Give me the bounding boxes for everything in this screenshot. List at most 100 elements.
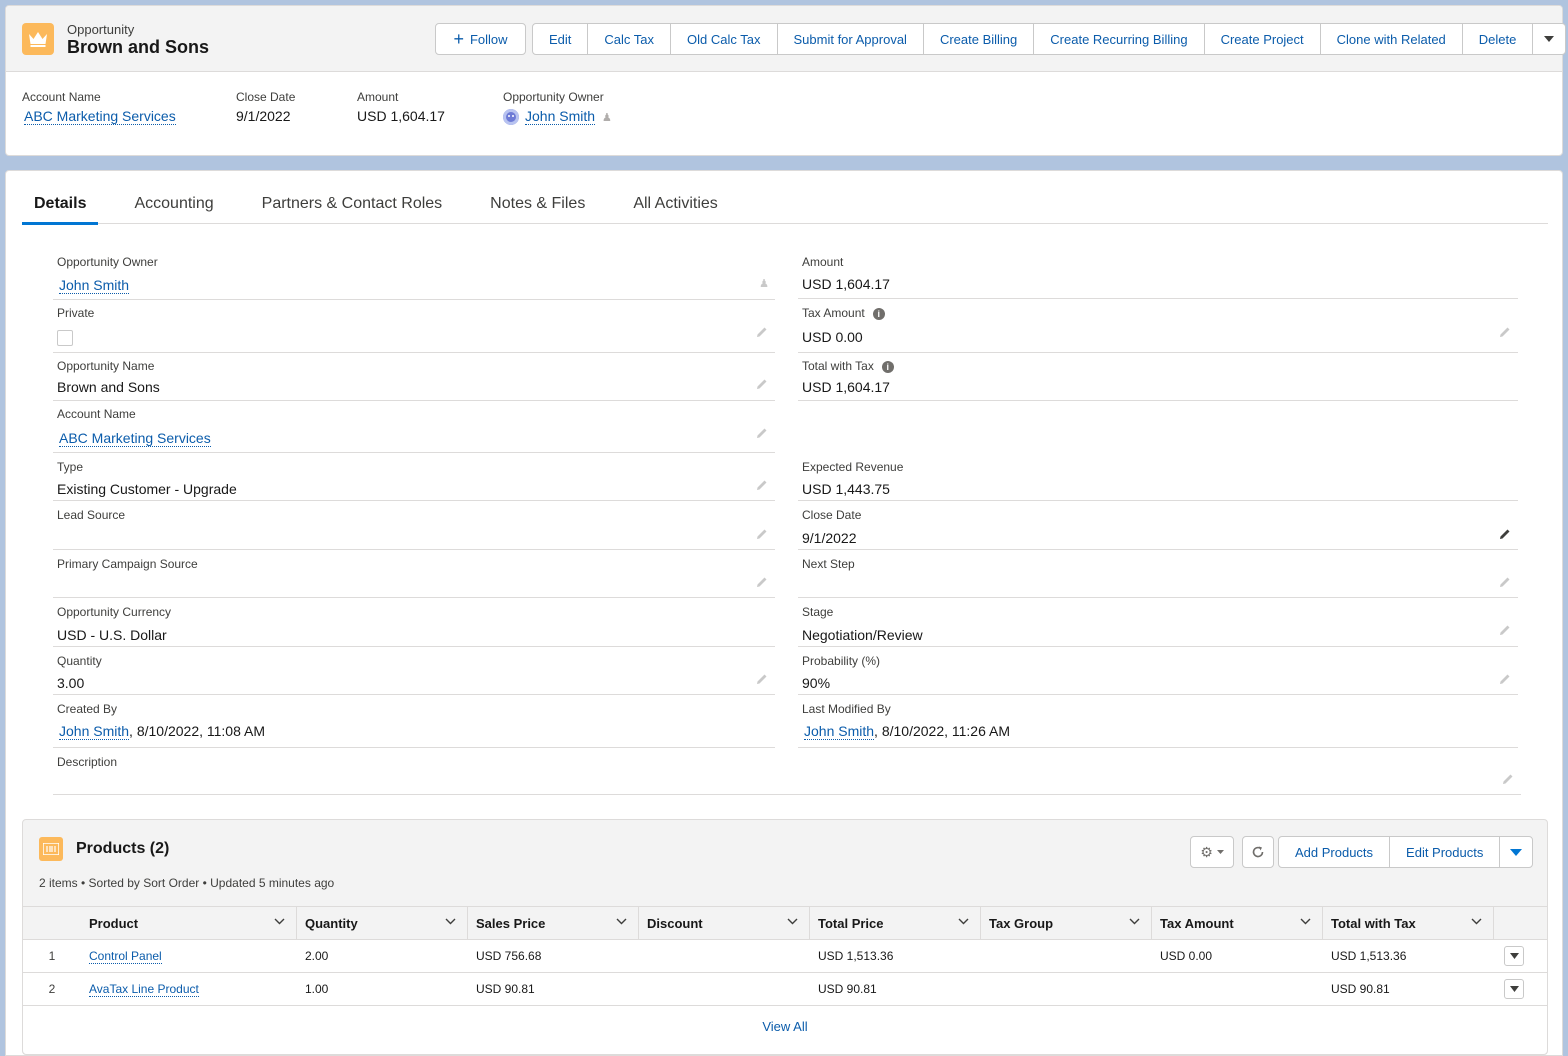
pencil-icon[interactable] [755,527,769,541]
field-label: Type [57,460,84,474]
field-label: Created By [57,702,118,716]
tab-details[interactable]: Details [22,183,99,225]
last-modified-date: , 8/10/2022, 11:26 AM [874,723,1010,739]
products-title[interactable]: Products (2) [76,840,169,858]
highlight-close-date-value: 9/1/2022 [236,108,291,124]
chevron-down-icon[interactable] [1300,918,1311,925]
field-label: Description [57,755,118,769]
pencil-icon[interactable] [755,377,769,391]
pencil-icon[interactable] [755,325,769,339]
cell-discount [639,972,810,1006]
account-name-link[interactable]: ABC Marketing Services [59,430,211,447]
calc-tax-button[interactable]: Calc Tax [588,24,672,54]
view-all-link[interactable]: View All [23,1019,1547,1034]
info-icon[interactable]: i [881,360,894,373]
pencil-icon[interactable] [755,426,769,440]
row-number: 1 [23,939,81,973]
tab-partners-contact-roles[interactable]: Partners & Contact Roles [250,183,455,224]
private-checkbox[interactable] [57,330,73,346]
pencil-icon[interactable] [755,575,769,589]
pencil-icon[interactable] [1498,672,1512,686]
last-modified-by-link[interactable]: John Smith [804,723,875,740]
create-recurring-billing-button[interactable]: Create Recurring Billing [1034,24,1205,54]
edit-button[interactable]: Edit [533,24,589,54]
field-value: USD 1,443.75 [802,481,890,497]
create-project-button[interactable]: Create Project [1205,24,1321,54]
pencil-icon[interactable] [755,478,769,492]
highlight-close-date-label: Close Date [236,90,296,104]
cell-discount [639,939,810,973]
info-icon[interactable]: i [872,307,885,320]
refresh-button[interactable] [1242,836,1274,868]
products-actions: Add Products Edit Products [1278,836,1534,868]
crown-icon [22,23,54,55]
field-value: Negotiation/Review [802,627,923,643]
table-row: 2 AvaTax Line Product 1.00 USD 90.81 USD… [23,972,1547,1006]
clone-with-related-button[interactable]: Clone with Related [1321,24,1463,54]
product-link[interactable]: Control Panel [89,949,162,964]
chevron-down-icon[interactable] [445,918,456,925]
highlight-amount: Amount USD 1,604.17 [357,90,445,124]
change-owner-icon[interactable]: ♟ [759,277,769,290]
chevron-down-icon[interactable] [1471,918,1482,925]
row-actions-button[interactable] [1504,979,1524,999]
change-owner-icon[interactable]: ♟ [602,112,612,124]
chevron-down-icon [1510,848,1523,856]
follow-label: Follow [469,31,508,47]
tab-bar: Details Accounting Partners & Contact Ro… [22,183,1548,225]
cell-quantity: 1.00 [297,972,468,1006]
column-header-total-price[interactable]: Total Price [810,906,981,940]
delete-button[interactable]: Delete [1463,24,1534,54]
opportunity-owner-link[interactable]: John Smith [59,277,130,294]
submit-for-approval-button[interactable]: Submit for Approval [778,24,924,54]
tab-accounting[interactable]: Accounting [122,183,225,224]
field-label: Close Date [802,508,862,522]
highlight-account: Account Name ABC Marketing Services [22,90,176,125]
chevron-down-icon[interactable] [958,918,969,925]
highlight-amount-value: USD 1,604.17 [357,108,445,124]
pencil-icon[interactable] [1498,527,1512,541]
cell-sales-price: USD 90.81 [468,972,639,1006]
field-value: 3.00 [57,675,85,691]
field-label: Last Modified By [802,702,891,716]
field-label: Opportunity Currency [57,605,172,619]
pencil-icon[interactable] [1498,325,1512,339]
more-actions-button[interactable] [1533,24,1565,54]
chevron-down-icon [1509,953,1519,959]
field-value: USD - U.S. Dollar [57,627,167,643]
chevron-down-icon[interactable] [616,918,627,925]
pencil-icon[interactable] [755,672,769,686]
follow-button[interactable]: + Follow [435,23,526,55]
chevron-down-icon[interactable] [1129,918,1140,925]
column-header-sales-price[interactable]: Sales Price [468,906,639,940]
product-link[interactable]: AvaTax Line Product [89,982,199,997]
add-products-button[interactable]: Add Products [1279,837,1391,867]
create-billing-button[interactable]: Create Billing [924,24,1035,54]
column-header-tax-amount[interactable]: Tax Amount [1152,906,1323,940]
pencil-icon[interactable] [1501,772,1515,786]
pencil-icon[interactable] [1498,575,1512,589]
column-header-product[interactable]: Product [81,906,297,940]
created-by-link[interactable]: John Smith [59,723,130,740]
chevron-down-icon[interactable] [787,918,798,925]
chevron-down-icon[interactable] [274,918,285,925]
field-label: Total with Tax [802,359,874,373]
old-calc-tax-button[interactable]: Old Calc Tax [671,24,778,54]
edit-products-button[interactable]: Edit Products [1390,837,1501,867]
column-header-tax-group[interactable]: Tax Group [981,906,1152,940]
pencil-icon[interactable] [1498,623,1512,637]
column-header-total-with-tax[interactable]: Total with Tax [1323,906,1494,940]
list-settings-button[interactable]: ⚙ [1190,836,1234,868]
products-more-button[interactable] [1500,837,1532,867]
record-title: Brown and Sons [67,37,210,57]
column-header-discount[interactable]: Discount [639,906,810,940]
row-actions-button[interactable] [1504,946,1524,966]
tab-notes-files[interactable]: Notes & Files [478,183,597,224]
field-next-step: Next Step [798,554,1518,598]
owner-link[interactable]: John Smith [525,108,596,125]
field-total-with-tax: Total with Tax i USD 1,604.17 [798,357,1518,401]
account-name-link[interactable]: ABC Marketing Services [24,108,176,125]
field-label: Amount [802,255,844,269]
column-header-quantity[interactable]: Quantity [297,906,468,940]
tab-all-activities[interactable]: All Activities [621,183,729,224]
